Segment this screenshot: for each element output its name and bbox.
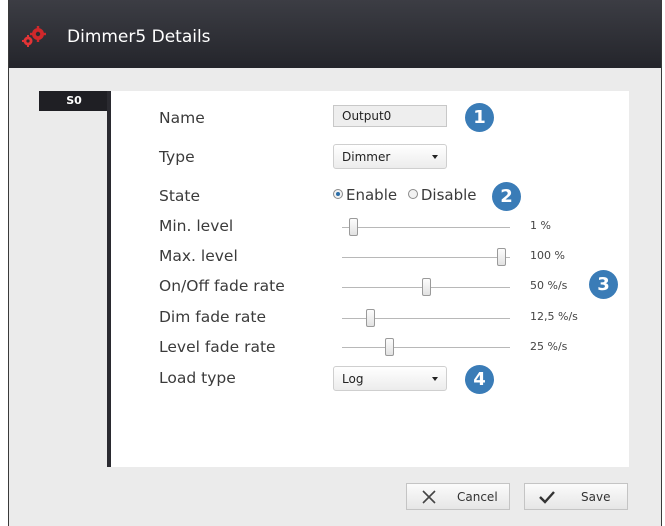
state-radio-group: Enable Disable — [333, 186, 477, 204]
type-select[interactable]: Dimmer — [333, 144, 447, 169]
max-level-value: 100 % — [530, 249, 565, 262]
close-icon — [422, 490, 436, 504]
state-enable-label: Enable — [346, 186, 398, 204]
callout-badge-2: 2 — [492, 182, 521, 211]
onoff-fade-rate-value: 50 %/s — [530, 279, 568, 292]
min-level-slider[interactable] — [342, 218, 510, 236]
min-level-label: Min. level — [159, 217, 234, 235]
dim-fade-rate-slider[interactable] — [342, 309, 510, 327]
name-input[interactable]: Output0 — [333, 105, 447, 127]
load-type-label: Load type — [159, 369, 236, 387]
slider-thumb[interactable] — [422, 278, 431, 296]
slider-thumb[interactable] — [497, 248, 506, 266]
tab-s0[interactable]: S0 — [39, 91, 109, 111]
level-fade-rate-label: Level fade rate — [159, 338, 276, 356]
save-button[interactable]: Save — [524, 483, 628, 510]
type-select-value: Dimmer — [342, 150, 391, 164]
dim-fade-rate-value: 12,5 %/s — [530, 310, 578, 323]
name-label: Name — [159, 109, 205, 127]
load-type-select-value: Log — [342, 372, 364, 386]
chevron-down-icon — [432, 377, 438, 381]
radio-selected-icon — [333, 189, 343, 199]
max-level-slider[interactable] — [342, 248, 510, 266]
state-label: State — [159, 187, 201, 205]
dim-fade-rate-label: Dim fade rate — [159, 308, 267, 326]
title-bar: Dimmer5 Details — [9, 0, 661, 68]
checkmark-icon — [539, 491, 555, 504]
callout-badge-3: 3 — [589, 270, 618, 299]
state-enable-radio[interactable]: Enable — [333, 186, 397, 204]
state-disable-label: Disable — [420, 186, 477, 204]
type-label: Type — [159, 148, 195, 166]
max-level-label: Max. level — [159, 247, 238, 265]
slider-thumb[interactable] — [365, 309, 375, 327]
callout-badge-1: 1 — [465, 103, 494, 132]
level-fade-rate-value: 25 %/s — [530, 340, 568, 353]
chevron-down-icon — [432, 155, 438, 159]
callout-badge-4: 4 — [465, 365, 494, 394]
slider-thumb[interactable] — [348, 218, 358, 236]
state-disable-radio[interactable]: Disable — [407, 186, 477, 204]
cancel-button-label: Cancel — [457, 490, 498, 504]
onoff-fade-rate-slider[interactable] — [342, 278, 510, 296]
details-dialog: Dimmer5 Details S0 Name Type State Min. … — [8, 0, 662, 526]
load-type-select[interactable]: Log — [333, 366, 447, 391]
level-fade-rate-slider[interactable] — [342, 338, 510, 356]
min-level-value: 1 % — [530, 219, 551, 232]
window-title: Dimmer5 Details — [67, 27, 211, 47]
save-button-label: Save — [581, 490, 611, 504]
gears-icon — [22, 26, 46, 47]
slider-thumb[interactable] — [384, 338, 394, 356]
radio-unselected-icon — [407, 189, 418, 199]
onoff-fade-rate-label: On/Off fade rate — [159, 277, 285, 295]
cancel-button[interactable]: Cancel — [406, 483, 510, 510]
